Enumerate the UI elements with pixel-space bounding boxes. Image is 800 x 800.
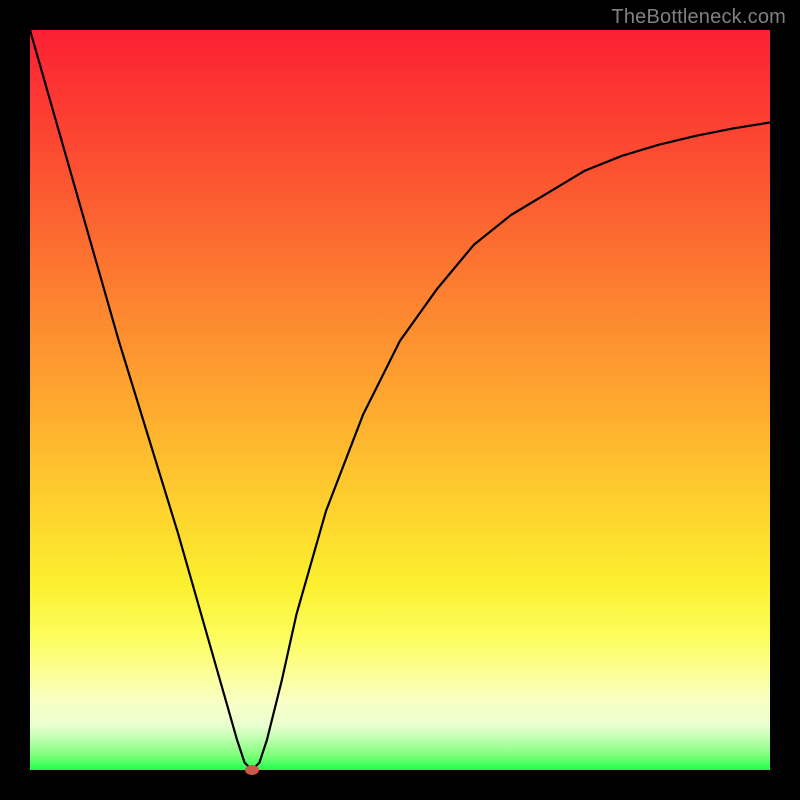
bottleneck-curve: [30, 30, 770, 770]
chart-frame: TheBottleneck.com: [0, 0, 800, 800]
plot-area: [30, 30, 770, 770]
attribution-text: TheBottleneck.com: [611, 6, 786, 29]
curve-svg: [30, 30, 770, 770]
minimum-marker: [245, 765, 259, 775]
